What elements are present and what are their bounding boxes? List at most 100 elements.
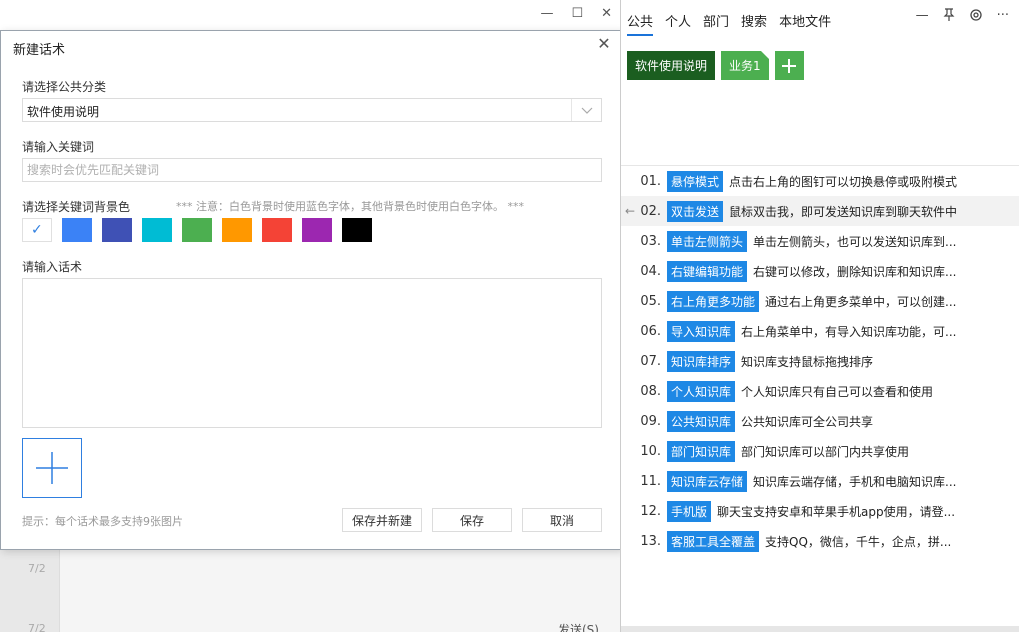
list-item[interactable]: 01. 悬停模式 点击右上角的图钉可以切换悬停或吸附模式 [621,166,1019,196]
scrollbar[interactable] [621,626,1019,632]
background-titlebar: — ☐ ✕ [0,0,620,30]
send-arrow-icon[interactable]: ← [625,204,635,218]
item-keyword: 客服工具全覆盖 [667,530,760,552]
item-number: 07. [640,353,661,369]
list-item[interactable]: 08. 个人知识库 个人知识库只有自己可以查看和使用 [621,376,1019,406]
panel-tab[interactable]: 公共 [627,11,654,36]
dialog-title: 新建话术 [13,43,66,58]
item-number: 10. [640,443,661,459]
category-row: 软件使用说明 业务1 [627,51,804,80]
content-textarea[interactable] [22,278,602,428]
panel-tab[interactable]: 个人 [665,11,691,36]
knowledge-panel: 公共 个人 部门 搜索 本地文件 — ··· 软件使用说明 业务1 01. 悬停模式 点击右上… [620,0,1019,632]
item-text: 部门知识库可以部门内共享使用 [741,444,910,459]
list-item[interactable]: 09. 公共知识库 公共知识库可全公司共享 [621,406,1019,436]
pin-icon[interactable] [943,8,955,26]
color-swatch[interactable] [142,218,172,242]
item-text: 支持QQ，微信，千牛，企点，拼... [765,534,952,549]
list-item[interactable]: 13. 客服工具全覆盖 支持QQ，微信，千牛，企点，拼... [621,526,1019,556]
color-swatch[interactable] [182,218,212,242]
save-and-new-button[interactable]: 保存并新建 [342,508,422,532]
item-text: 知识库支持鼠标拖拽排序 [741,354,874,369]
item-number: 11. [640,473,661,489]
send-button[interactable]: 发送(S) [558,621,599,632]
item-number: 05. [640,293,661,309]
item-number: 12. [640,503,661,519]
item-keyword: 单击左侧箭头 [667,230,748,252]
background-timestamp: 7/2 [28,622,46,632]
item-number: 01. [640,173,661,189]
add-category-button[interactable] [774,51,804,80]
item-keyword: 右键编辑功能 [667,260,748,282]
add-image-button[interactable] [22,438,82,498]
item-keyword: 个人知识库 [667,380,736,402]
item-text: 右上角菜单中，有导入知识库功能，可... [741,324,957,339]
category-select-value: 软件使用说明 [27,105,100,119]
background-timestamp: 7/2 [28,562,46,575]
plus-icon [782,58,797,73]
category-select[interactable]: 软件使用说明 [22,98,602,122]
list-item[interactable]: 04. 右键编辑功能 右键可以修改，删除知识库和知识库... [621,256,1019,286]
category-tab[interactable]: 软件使用说明 [627,51,716,80]
list-item[interactable]: 11. 知识库云存储 知识库云端存储，手机和电脑知识库... [621,466,1019,496]
item-keyword: 知识库排序 [667,350,736,372]
color-swatch[interactable] [102,218,132,242]
item-number: 04. [640,263,661,279]
item-number: 06. [640,323,661,339]
category-tab[interactable]: 业务1 [721,51,769,80]
item-keyword: 双击发送 [667,200,724,222]
item-text: 右键可以修改，删除知识库和知识库... [753,264,957,279]
panel-tab[interactable]: 搜索 [741,11,767,36]
item-keyword: 手机版 [667,500,712,522]
cancel-button[interactable]: 取消 [522,508,602,532]
item-text: 鼠标双击我，即可发送知识库到聊天软件中 [729,204,958,219]
list-item[interactable]: 03. 单击左侧箭头 单击左侧箭头，也可以发送知识库到... [621,226,1019,256]
item-number: 08. [640,383,661,399]
color-swatch[interactable] [302,218,332,242]
panel-tabs: 公共 个人 部门 搜索 本地文件 [627,11,831,36]
minimize-icon[interactable]: — [916,8,929,26]
item-number: 13. [640,533,661,549]
item-text: 单击左侧箭头，也可以发送知识库到... [753,234,957,249]
panel-window-icons: — ··· [916,8,1009,26]
plus-icon [36,452,68,484]
color-swatch[interactable] [222,218,252,242]
chevron-down-icon[interactable] [571,99,601,121]
item-number: 09. [640,413,661,429]
item-text: 知识库云端存储，手机和电脑知识库... [753,474,957,489]
maximize-icon[interactable]: ☐ [571,6,583,21]
script-list: 01. 悬停模式 点击右上角的图钉可以切换悬停或吸附模式 ← 02. 双击发送 鼠标双击我，… [621,166,1019,556]
item-keyword: 导入知识库 [667,320,736,342]
color-swatch[interactable] [342,218,372,242]
color-swatch[interactable] [262,218,292,242]
content-label: 请输入话术 [22,260,83,274]
item-text: 通过右上角更多菜单中，可以创建... [765,294,957,309]
panel-tab[interactable]: 部门 [703,11,729,36]
color-swatch[interactable]: ✓ [22,218,52,242]
list-item[interactable]: 07. 知识库排序 知识库支持鼠标拖拽排序 [621,346,1019,376]
list-item[interactable]: 06. 导入知识库 右上角菜单中，有导入知识库功能，可... [621,316,1019,346]
list-item[interactable]: 10. 部门知识库 部门知识库可以部门内共享使用 [621,436,1019,466]
settings-icon[interactable] [969,8,983,26]
color-palette: ✓ [22,218,372,242]
close-icon[interactable]: ✕ [595,35,613,53]
item-text: 聊天宝支持安卓和苹果手机app使用，请登... [717,504,956,519]
color-swatch[interactable] [62,218,92,242]
color-note: *** 注意：白色背景时使用蓝色字体，其他背景色时使用白色字体。 *** [176,200,524,213]
item-keyword: 部门知识库 [667,440,736,462]
image-hint: 提示：每个话术最多支持9张图片 [22,515,183,528]
background-window-controls: — ☐ ✕ [540,6,612,21]
list-item[interactable]: 12. 手机版 聊天宝支持安卓和苹果手机app使用，请登... [621,496,1019,526]
item-keyword: 知识库云存储 [667,470,748,492]
item-keyword: 悬停模式 [667,170,724,192]
keyword-input[interactable] [22,158,602,182]
item-keyword: 公共知识库 [667,410,736,432]
save-button[interactable]: 保存 [432,508,512,532]
panel-tab[interactable]: 本地文件 [779,11,831,36]
more-icon[interactable]: ··· [997,8,1009,26]
close-icon[interactable]: ✕ [601,6,612,21]
list-item[interactable]: 05. 右上角更多功能 通过右上角更多菜单中，可以创建... [621,286,1019,316]
list-item[interactable]: ← 02. 双击发送 鼠标双击我，即可发送知识库到聊天软件中 [621,196,1019,226]
minimize-icon[interactable]: — [540,6,553,21]
keyword-label: 请输入关键词 [22,140,95,154]
